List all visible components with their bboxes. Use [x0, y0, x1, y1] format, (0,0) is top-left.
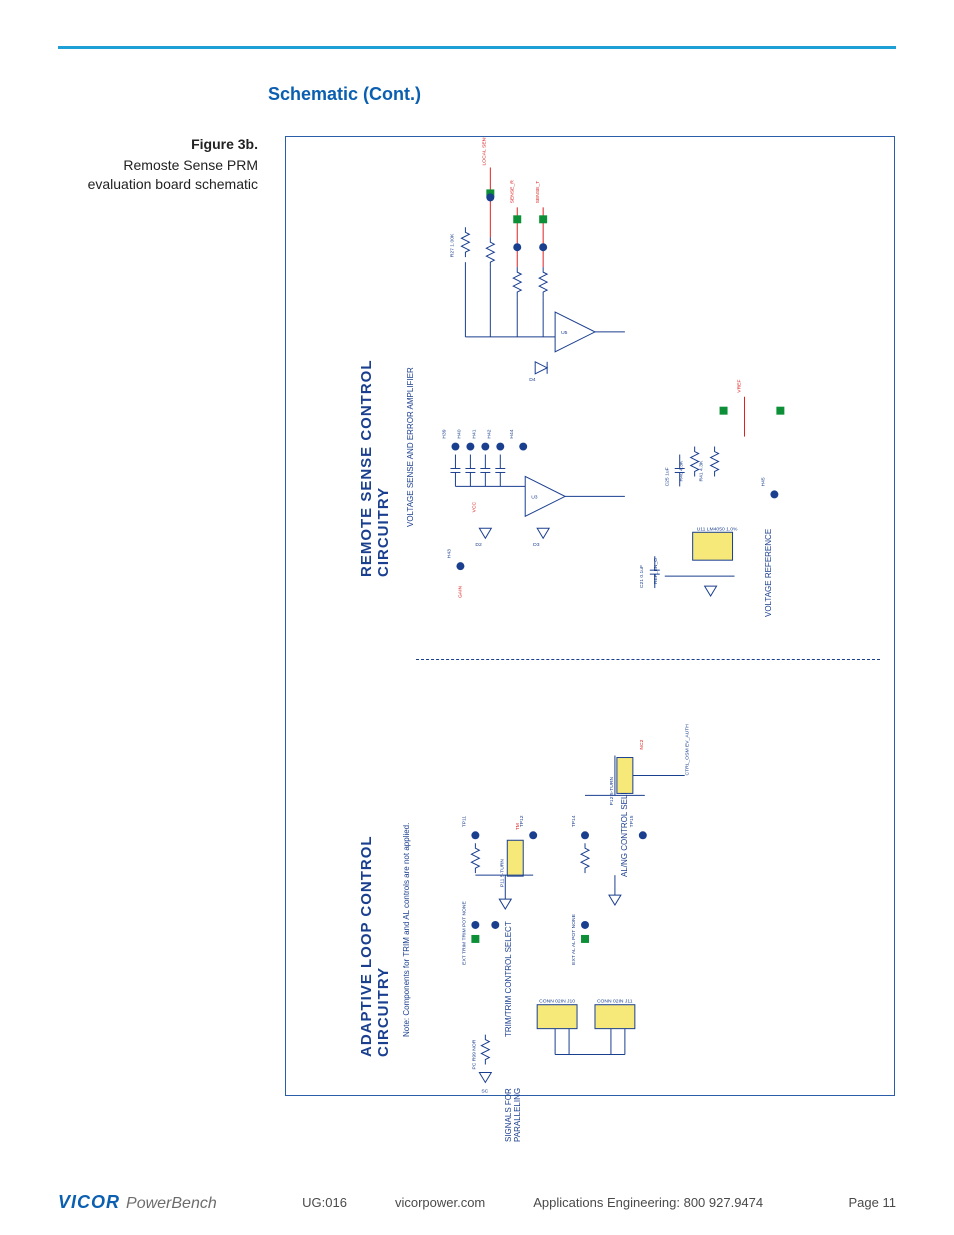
svg-text:P11 5-TURN: P11 5-TURN — [499, 859, 505, 887]
voltage-reference: VREF R40 4.3K R41 4.3K C25 1uF U11 LM405… — [639, 379, 785, 596]
net-sc: SC — [481, 1088, 488, 1094]
ic-lm4050 — [693, 532, 733, 560]
footer-page-number: Page 11 — [849, 1195, 896, 1210]
section-title: Schematic (Cont.) — [268, 84, 421, 105]
net-vcc: VCC — [471, 501, 477, 512]
svg-text:D4: D4 — [529, 377, 536, 383]
svg-text:CONN 02IN J11: CONN 02IN J11 — [597, 999, 633, 1005]
svg-text:C21 0.1uF: C21 0.1uF — [639, 565, 645, 588]
footer-logo: VICOR PowerBench — [58, 1192, 217, 1213]
svg-text:R41 4.3K: R41 4.3K — [699, 460, 705, 481]
resistor-ladder-top: R27 1.00K — [449, 227, 547, 297]
label-ext-al: EXT AL AL POT NONE — [571, 913, 577, 964]
figure-caption: Remoste Sense PRM evaluation board schem… — [58, 156, 258, 194]
svg-text:U5: U5 — [561, 330, 568, 336]
cap-row — [450, 455, 505, 487]
figure-caption-block: Figure 3b. Remoste Sense PRM evaluation … — [58, 136, 258, 194]
svg-text:H43: H43 — [446, 549, 452, 558]
svg-text:CONN 02IN J10: CONN 02IN J10 — [539, 999, 575, 1005]
net-ref-en: REF_EN_O — [653, 558, 659, 584]
figure-number: Figure 3b. — [58, 136, 258, 152]
svg-text:P12 5-TURN: P12 5-TURN — [609, 777, 615, 806]
header-rule — [58, 46, 896, 49]
net-vref: VREF — [737, 379, 743, 392]
svg-text:TP11: TP11 — [461, 816, 467, 828]
schematic-panel: REMOTE SENSE CONTROL CIRCUITRY ADAPTIVE … — [285, 136, 895, 1096]
svg-text:D3: D3 — [533, 542, 540, 548]
net-local-sense: LOCAL SENSE + — [481, 137, 487, 165]
diode-d3 — [537, 528, 549, 538]
footer-website: vicorpower.com — [395, 1195, 485, 1210]
diode-d2 — [479, 528, 491, 538]
logo-vicor: VICOR — [58, 1192, 120, 1213]
conn-j10 — [537, 1005, 577, 1029]
svg-text:H41: H41 — [471, 429, 477, 438]
net-tm: TM — [515, 823, 521, 830]
page-footer: VICOR PowerBench UG:016 vicorpower.com A… — [58, 1192, 896, 1213]
svg-text:PC R99 NOR: PC R99 NOR — [471, 1039, 477, 1069]
net-sense-r: SENSE_R — [509, 180, 515, 204]
paralleling-connectors: CONN 02IN J10 CONN 02IN J11 PC R99 NOR S… — [471, 999, 634, 1095]
trim-control: TP11 TP12 P11 5-TURN TM EXT TRIM TRIM PO… — [461, 815, 537, 965]
net-ctrl-osm: CTRL_OSM EV_AUTH — [685, 724, 691, 776]
footer-doc-id: UG:016 — [302, 1195, 347, 1210]
svg-text:H42: H42 — [486, 429, 492, 438]
logo-powerbench: PowerBench — [126, 1195, 217, 1213]
label-ext-trim: EXT TRIM TRIM POT NONE — [461, 900, 467, 964]
svg-text:TP15: TP15 — [629, 815, 635, 827]
svg-text:U11 LM4050 1.0%: U11 LM4050 1.0% — [697, 526, 738, 532]
svg-text:R27 1.00K: R27 1.00K — [449, 233, 455, 257]
net-nc2: NC2 — [639, 739, 645, 749]
diode-d4 — [535, 362, 547, 374]
svg-text:H39: H39 — [441, 429, 447, 438]
net-gain: GAIN — [457, 585, 463, 598]
svg-text:U3: U3 — [531, 494, 538, 500]
net-sense-t: SENSE_T — [535, 181, 541, 204]
svg-text:D2: D2 — [475, 542, 482, 548]
svg-text:H45: H45 — [760, 477, 766, 486]
conn-j11 — [595, 1005, 635, 1029]
schematic-drawing: LOCAL SENSE + SENSE_R SENSE_T R27 1.00K — [286, 137, 894, 1095]
svg-text:TP14: TP14 — [571, 815, 577, 827]
svg-text:H44: H44 — [509, 429, 515, 438]
footer-contact: Applications Engineering: 800 927.9474 — [533, 1195, 763, 1210]
pot-p12 — [617, 758, 633, 794]
svg-text:C25 1uF: C25 1uF — [665, 467, 671, 486]
svg-text:H40: H40 — [456, 429, 462, 438]
al-control: TP14 TP15 P12 5-TURN NC2 EXT AL AL POT N… — [571, 724, 691, 965]
footer-columns: UG:016 vicorpower.com Applications Engin… — [302, 1195, 763, 1210]
pot-p11 — [507, 840, 523, 876]
